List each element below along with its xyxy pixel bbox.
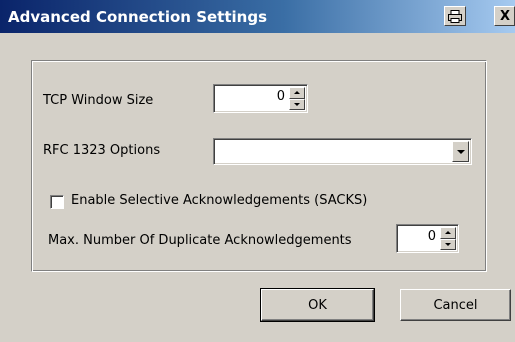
rfc1323-options-dropdown[interactable] xyxy=(213,138,472,165)
max-dup-acks-up-arrow-icon[interactable] xyxy=(440,227,456,239)
close-button[interactable]: X xyxy=(494,6,515,26)
tcp-window-size-up-arrow-icon[interactable] xyxy=(289,87,305,99)
max-dup-acks-down-arrow-icon[interactable] xyxy=(440,238,456,250)
tcp-window-size-value[interactable]: 0 xyxy=(277,89,285,104)
max-dup-acks-spinner[interactable]: 0 xyxy=(396,224,459,253)
tcp-window-size-label: TCP Window Size xyxy=(43,93,154,108)
printer-icon xyxy=(448,9,462,23)
sacks-checkbox[interactable] xyxy=(50,195,64,209)
max-dup-acks-value[interactable]: 0 xyxy=(428,229,436,244)
cancel-button-label: Cancel xyxy=(433,297,478,313)
dialog-window: Advanced Connection Settings X TCP Windo… xyxy=(0,0,515,342)
max-dup-acks-label: Max. Number Of Duplicate Acknowledgement… xyxy=(48,233,352,248)
ok-button-label: OK xyxy=(308,297,327,313)
dialog-title: Advanced Connection Settings xyxy=(8,8,268,26)
rfc1323-options-label: RFC 1323 Options xyxy=(43,143,161,158)
print-button[interactable] xyxy=(444,6,466,26)
chevron-down-icon[interactable] xyxy=(452,141,469,162)
close-icon: X xyxy=(500,8,511,24)
cancel-button[interactable]: Cancel xyxy=(400,289,511,321)
ok-button[interactable]: OK xyxy=(260,288,375,322)
sacks-label[interactable]: Enable Selective Acknowledgements (SACKS… xyxy=(71,193,367,208)
tcp-window-size-down-arrow-icon[interactable] xyxy=(289,98,305,110)
title-bar[interactable]: Advanced Connection Settings X xyxy=(0,0,515,33)
tcp-window-size-spinner[interactable]: 0 xyxy=(213,84,308,113)
